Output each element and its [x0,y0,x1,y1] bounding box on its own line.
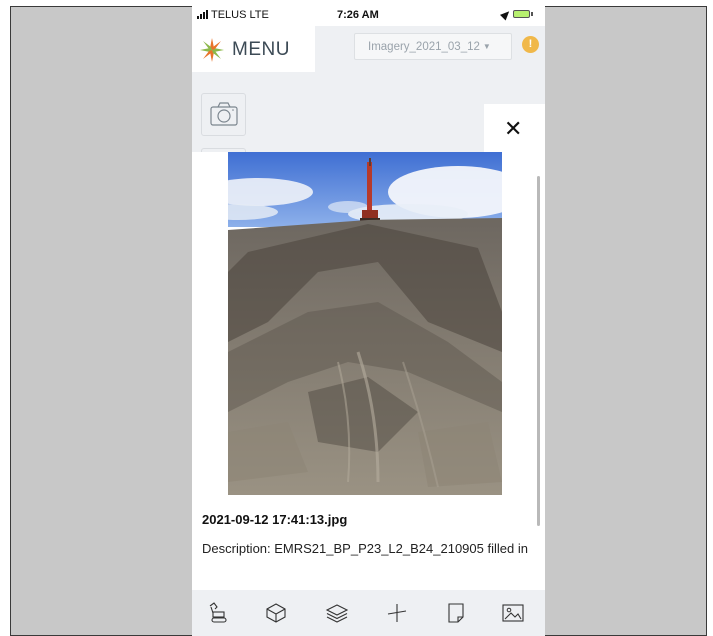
carrier-label: TELUS LTE [211,9,269,21]
menu-label: MENU [232,39,290,60]
app-logo-icon [200,38,224,62]
battery-icon [513,10,530,18]
imagery-dropdown-value: Imagery_2021_03_12 [368,40,480,53]
photo-description: Description: EMRS21_BP_P23_L2_B24_210905… [202,541,528,556]
image-icon[interactable] [501,601,525,625]
bottom-toolbar [192,590,545,636]
close-icon: ✕ [504,116,523,141]
alert-icon[interactable]: ! [522,36,539,53]
photo-viewer-panel: 2021-09-12 17:41:13.jpg Description: EMR… [192,152,545,590]
status-bar: TELUS LTE 7:26 AM [192,6,545,26]
menu-button[interactable]: MENU [192,26,315,72]
chevron-down-icon: ▼ [482,42,491,51]
signal-icon [197,10,208,19]
close-button[interactable]: ✕ [484,104,545,152]
site-photo [228,152,502,495]
document-icon[interactable] [444,601,468,625]
excavator-icon[interactable] [206,601,230,625]
photo-filename: 2021-09-12 17:41:13.jpg [202,512,348,527]
imagery-dropdown[interactable]: Imagery_2021_03_12 ▼ [354,33,512,60]
camera-icon [210,102,238,126]
camera-button[interactable] [201,93,246,136]
scrollbar[interactable] [537,176,540,526]
phone-screen: TELUS LTE 7:26 AM MENU Imagery_2021_03_1… [192,6,545,636]
cube-icon[interactable] [264,601,288,625]
location-icon [499,8,513,21]
battery-tip [531,12,533,16]
status-time: 7:26 AM [337,9,379,21]
measure-icon[interactable] [385,601,409,625]
layers-icon[interactable] [325,601,349,625]
